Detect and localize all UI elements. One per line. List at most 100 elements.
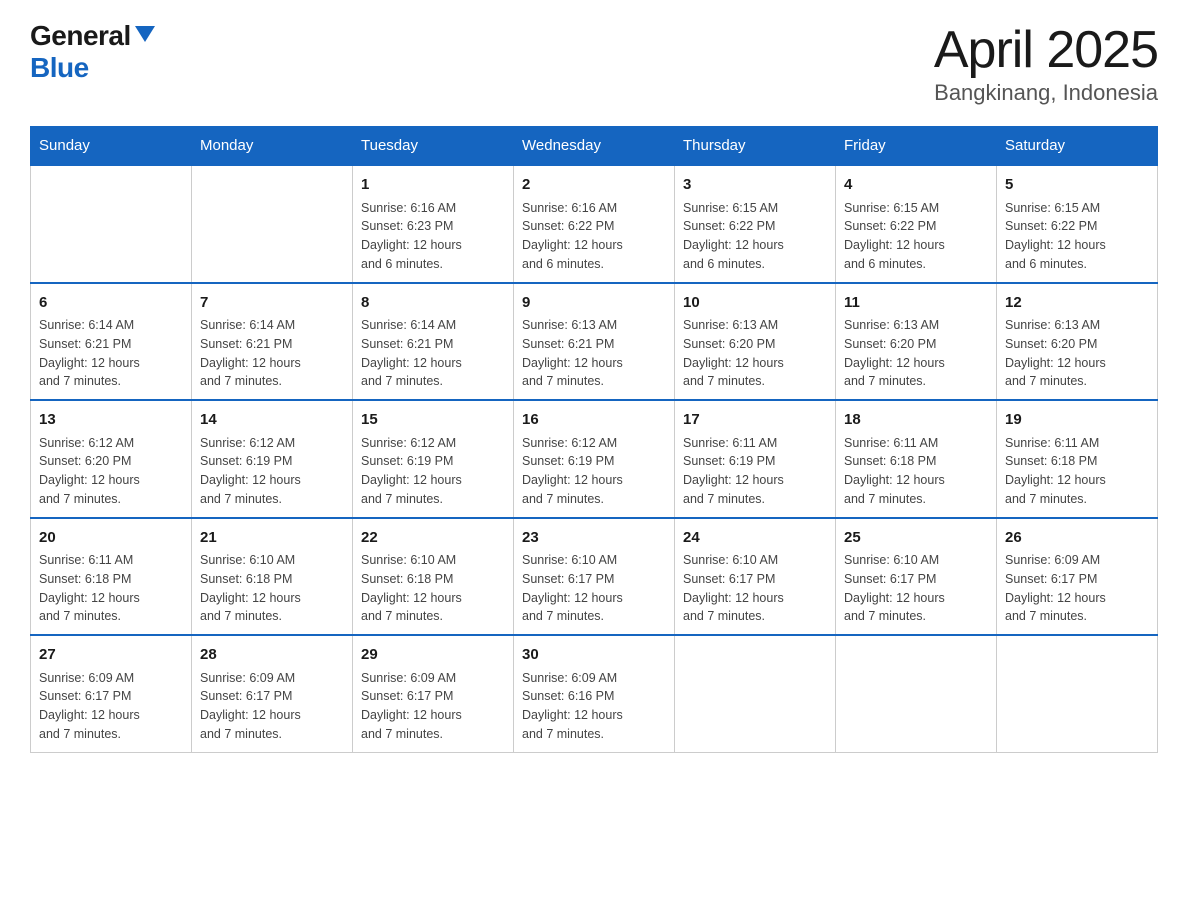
day-number: 10 xyxy=(683,292,827,315)
day-info: Sunrise: 6:10 AM Sunset: 6:18 PM Dayligh… xyxy=(361,551,505,626)
day-number: 6 xyxy=(39,292,183,315)
day-cell: 17Sunrise: 6:11 AM Sunset: 6:19 PM Dayli… xyxy=(675,400,836,518)
day-cell: 2Sunrise: 6:16 AM Sunset: 6:22 PM Daylig… xyxy=(514,165,675,283)
day-number: 14 xyxy=(200,409,344,432)
day-cell: 7Sunrise: 6:14 AM Sunset: 6:21 PM Daylig… xyxy=(192,283,353,401)
day-cell: 18Sunrise: 6:11 AM Sunset: 6:18 PM Dayli… xyxy=(836,400,997,518)
day-number: 15 xyxy=(361,409,505,432)
day-cell: 12Sunrise: 6:13 AM Sunset: 6:20 PM Dayli… xyxy=(997,283,1158,401)
day-info: Sunrise: 6:14 AM Sunset: 6:21 PM Dayligh… xyxy=(39,316,183,391)
title-area: April 2025 Bangkinang, Indonesia xyxy=(934,20,1158,106)
day-cell: 23Sunrise: 6:10 AM Sunset: 6:17 PM Dayli… xyxy=(514,518,675,636)
day-info: Sunrise: 6:16 AM Sunset: 6:22 PM Dayligh… xyxy=(522,199,666,274)
day-number: 22 xyxy=(361,527,505,550)
day-cell: 29Sunrise: 6:09 AM Sunset: 6:17 PM Dayli… xyxy=(353,635,514,752)
day-cell: 6Sunrise: 6:14 AM Sunset: 6:21 PM Daylig… xyxy=(31,283,192,401)
day-cell: 9Sunrise: 6:13 AM Sunset: 6:21 PM Daylig… xyxy=(514,283,675,401)
logo: General Blue xyxy=(30,20,155,84)
day-cell: 3Sunrise: 6:15 AM Sunset: 6:22 PM Daylig… xyxy=(675,165,836,283)
calendar-title: April 2025 xyxy=(934,20,1158,80)
logo-blue-text: Blue xyxy=(30,52,89,83)
day-cell xyxy=(675,635,836,752)
day-number: 5 xyxy=(1005,174,1149,197)
calendar-table: SundayMondayTuesdayWednesdayThursdayFrid… xyxy=(30,126,1158,753)
day-cell xyxy=(192,165,353,283)
col-header-saturday: Saturday xyxy=(997,127,1158,166)
header-row: SundayMondayTuesdayWednesdayThursdayFrid… xyxy=(31,127,1158,166)
day-cell: 11Sunrise: 6:13 AM Sunset: 6:20 PM Dayli… xyxy=(836,283,997,401)
col-header-wednesday: Wednesday xyxy=(514,127,675,166)
day-info: Sunrise: 6:09 AM Sunset: 6:16 PM Dayligh… xyxy=(522,669,666,744)
day-number: 17 xyxy=(683,409,827,432)
day-cell: 14Sunrise: 6:12 AM Sunset: 6:19 PM Dayli… xyxy=(192,400,353,518)
day-number: 27 xyxy=(39,644,183,667)
day-info: Sunrise: 6:13 AM Sunset: 6:20 PM Dayligh… xyxy=(1005,316,1149,391)
day-info: Sunrise: 6:14 AM Sunset: 6:21 PM Dayligh… xyxy=(361,316,505,391)
day-cell: 15Sunrise: 6:12 AM Sunset: 6:19 PM Dayli… xyxy=(353,400,514,518)
day-cell xyxy=(836,635,997,752)
col-header-thursday: Thursday xyxy=(675,127,836,166)
day-cell: 22Sunrise: 6:10 AM Sunset: 6:18 PM Dayli… xyxy=(353,518,514,636)
day-cell: 8Sunrise: 6:14 AM Sunset: 6:21 PM Daylig… xyxy=(353,283,514,401)
day-number: 23 xyxy=(522,527,666,550)
day-info: Sunrise: 6:12 AM Sunset: 6:19 PM Dayligh… xyxy=(522,434,666,509)
day-cell: 20Sunrise: 6:11 AM Sunset: 6:18 PM Dayli… xyxy=(31,518,192,636)
day-number: 24 xyxy=(683,527,827,550)
day-number: 2 xyxy=(522,174,666,197)
day-info: Sunrise: 6:15 AM Sunset: 6:22 PM Dayligh… xyxy=(683,199,827,274)
logo-triangle-icon xyxy=(135,26,155,42)
day-info: Sunrise: 6:14 AM Sunset: 6:21 PM Dayligh… xyxy=(200,316,344,391)
day-number: 12 xyxy=(1005,292,1149,315)
day-cell xyxy=(997,635,1158,752)
day-info: Sunrise: 6:10 AM Sunset: 6:17 PM Dayligh… xyxy=(683,551,827,626)
day-number: 8 xyxy=(361,292,505,315)
day-cell: 5Sunrise: 6:15 AM Sunset: 6:22 PM Daylig… xyxy=(997,165,1158,283)
col-header-sunday: Sunday xyxy=(31,127,192,166)
day-number: 7 xyxy=(200,292,344,315)
day-cell: 10Sunrise: 6:13 AM Sunset: 6:20 PM Dayli… xyxy=(675,283,836,401)
day-info: Sunrise: 6:11 AM Sunset: 6:18 PM Dayligh… xyxy=(39,551,183,626)
day-info: Sunrise: 6:11 AM Sunset: 6:18 PM Dayligh… xyxy=(1005,434,1149,509)
day-info: Sunrise: 6:13 AM Sunset: 6:21 PM Dayligh… xyxy=(522,316,666,391)
day-cell xyxy=(31,165,192,283)
day-number: 26 xyxy=(1005,527,1149,550)
day-info: Sunrise: 6:13 AM Sunset: 6:20 PM Dayligh… xyxy=(844,316,988,391)
day-info: Sunrise: 6:09 AM Sunset: 6:17 PM Dayligh… xyxy=(361,669,505,744)
day-info: Sunrise: 6:09 AM Sunset: 6:17 PM Dayligh… xyxy=(200,669,344,744)
day-number: 30 xyxy=(522,644,666,667)
day-number: 1 xyxy=(361,174,505,197)
day-info: Sunrise: 6:12 AM Sunset: 6:20 PM Dayligh… xyxy=(39,434,183,509)
day-cell: 30Sunrise: 6:09 AM Sunset: 6:16 PM Dayli… xyxy=(514,635,675,752)
day-info: Sunrise: 6:10 AM Sunset: 6:17 PM Dayligh… xyxy=(522,551,666,626)
day-info: Sunrise: 6:15 AM Sunset: 6:22 PM Dayligh… xyxy=(1005,199,1149,274)
day-info: Sunrise: 6:09 AM Sunset: 6:17 PM Dayligh… xyxy=(1005,551,1149,626)
day-cell: 28Sunrise: 6:09 AM Sunset: 6:17 PM Dayli… xyxy=(192,635,353,752)
day-number: 18 xyxy=(844,409,988,432)
day-number: 9 xyxy=(522,292,666,315)
day-number: 25 xyxy=(844,527,988,550)
col-header-friday: Friday xyxy=(836,127,997,166)
day-number: 3 xyxy=(683,174,827,197)
day-number: 21 xyxy=(200,527,344,550)
day-cell: 19Sunrise: 6:11 AM Sunset: 6:18 PM Dayli… xyxy=(997,400,1158,518)
day-info: Sunrise: 6:15 AM Sunset: 6:22 PM Dayligh… xyxy=(844,199,988,274)
day-number: 11 xyxy=(844,292,988,315)
day-cell: 24Sunrise: 6:10 AM Sunset: 6:17 PM Dayli… xyxy=(675,518,836,636)
day-info: Sunrise: 6:11 AM Sunset: 6:19 PM Dayligh… xyxy=(683,434,827,509)
col-header-tuesday: Tuesday xyxy=(353,127,514,166)
day-number: 19 xyxy=(1005,409,1149,432)
day-cell: 13Sunrise: 6:12 AM Sunset: 6:20 PM Dayli… xyxy=(31,400,192,518)
day-info: Sunrise: 6:11 AM Sunset: 6:18 PM Dayligh… xyxy=(844,434,988,509)
day-number: 13 xyxy=(39,409,183,432)
day-cell: 25Sunrise: 6:10 AM Sunset: 6:17 PM Dayli… xyxy=(836,518,997,636)
day-cell: 16Sunrise: 6:12 AM Sunset: 6:19 PM Dayli… xyxy=(514,400,675,518)
day-info: Sunrise: 6:12 AM Sunset: 6:19 PM Dayligh… xyxy=(200,434,344,509)
calendar-subtitle: Bangkinang, Indonesia xyxy=(934,80,1158,106)
day-number: 4 xyxy=(844,174,988,197)
col-header-monday: Monday xyxy=(192,127,353,166)
logo-general-text: General xyxy=(30,20,131,52)
day-number: 16 xyxy=(522,409,666,432)
week-row-5: 27 Sunrise: 6:09 AM Sunset: 6:17 PM Dayli… xyxy=(31,635,1158,752)
day-info: Sunrise: 6:13 AM Sunset: 6:20 PM Dayligh… xyxy=(683,316,827,391)
week-row-1: 1Sunrise: 6:16 AM Sunset: 6:23 PM Daylig… xyxy=(31,165,1158,283)
